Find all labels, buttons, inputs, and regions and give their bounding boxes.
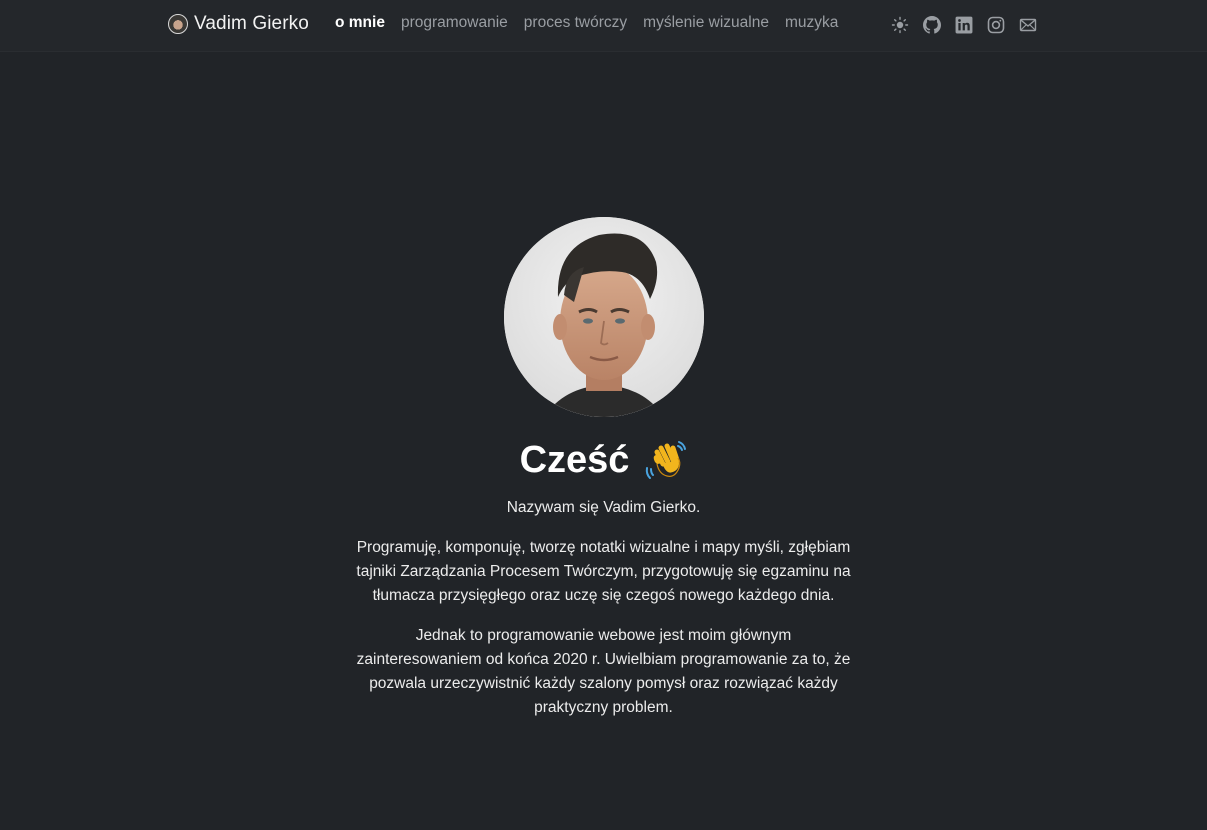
nav-link-programowanie[interactable]: programowanie (401, 14, 508, 32)
hero-section: Cześć Nazywam się Vadim Gierko. Programu… (0, 217, 1207, 720)
brand-name: Vadim Gierko (194, 13, 309, 34)
nav-link-proces-tworczy[interactable]: proces twórczy (524, 14, 627, 32)
instagram-icon[interactable] (987, 16, 1005, 34)
about-paragraph-2: Jednak to programowanie webowe jest moim… (356, 627, 851, 716)
waving-hand-icon (643, 438, 687, 482)
nav-link-myslenie-wizualne[interactable]: myślenie wizualne (643, 14, 769, 32)
about-paragraph-1: Programuję, komponuję, tworzę notatki wi… (356, 539, 851, 604)
main-nav: o mnie programowanie proces twórczy myśl… (335, 14, 838, 32)
nav-link-o-mnie[interactable]: o mnie (335, 14, 385, 32)
theme-toggle-sun-icon[interactable] (891, 16, 909, 34)
linkedin-icon[interactable] (955, 16, 973, 34)
nav-link-muzyka[interactable]: muzyka (785, 14, 838, 32)
intro-text: Nazywam się Vadim Gierko. (506, 499, 701, 516)
brand-avatar (168, 14, 188, 34)
profile-photo (503, 217, 704, 417)
greeting-heading: Cześć (0, 437, 1207, 483)
brand-link[interactable]: Vadim Gierko (168, 12, 309, 36)
greeting-text: Cześć (519, 439, 630, 481)
github-icon[interactable] (923, 16, 941, 34)
top-navbar: Vadim Gierko o mnie programowanie proces… (0, 0, 1207, 52)
nav-icons (891, 16, 1037, 34)
email-icon[interactable] (1019, 16, 1037, 34)
